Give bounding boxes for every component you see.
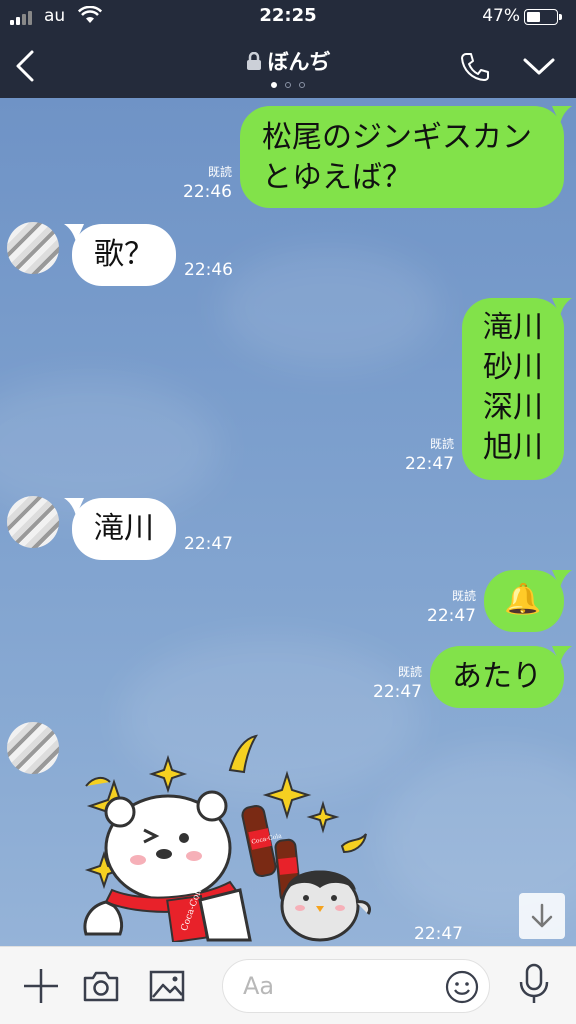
scroll-down-button[interactable]: [519, 893, 565, 939]
message-input[interactable]: Aa: [222, 959, 490, 1013]
bubble-tail: [552, 298, 572, 316]
read-receipt: 既読: [207, 165, 232, 179]
message-time: 22:46: [183, 182, 232, 202]
message-bubble-outgoing[interactable]: 滝川 砂川 深川 旭川: [462, 298, 564, 480]
message-line: 旭川: [483, 430, 543, 465]
bell-icon: 🔔: [504, 582, 542, 617]
message-time: 22:46: [184, 260, 233, 280]
message-line: 深川: [483, 390, 543, 425]
message-meta: 既読 22:47: [378, 434, 454, 474]
battery-percent: 47%: [482, 6, 520, 26]
microphone-icon[interactable]: [516, 963, 552, 1009]
message-meta: 既読 22:46: [160, 162, 232, 202]
message-time: 22:47: [427, 606, 476, 626]
plus-icon[interactable]: [22, 967, 60, 1009]
message-text: 滝川: [94, 511, 154, 546]
message-line: 砂川: [483, 350, 543, 385]
message-time: 22:47: [414, 924, 463, 944]
read-receipt: 既読: [397, 665, 422, 679]
read-receipt: 既読: [429, 437, 454, 451]
message-bubble-outgoing[interactable]: あたり: [430, 646, 564, 708]
top-bar: au 22:25 47% ぼんぢ: [0, 0, 576, 98]
message-meta: 既読 22:47: [346, 662, 422, 702]
camera-icon[interactable]: [82, 967, 120, 1009]
chat-title-text: ぼんぢ: [267, 50, 331, 74]
message-input-placeholder: Aa: [243, 972, 275, 1000]
chevron-down-icon[interactable]: [522, 56, 556, 82]
message-text: 歌？: [94, 237, 154, 272]
message-time: 22:47: [405, 454, 454, 474]
phone-icon[interactable]: [458, 50, 492, 88]
bubble-tail: [552, 646, 572, 664]
message-time: 22:47: [184, 534, 233, 554]
sticker[interactable]: Coca-Cola Coca-Cola: [80, 730, 380, 944]
message-bubble-incoming[interactable]: 滝川: [72, 498, 176, 560]
message-line: 松尾のジンギスカン: [262, 120, 532, 155]
avatar[interactable]: [7, 496, 59, 548]
message-bubble-incoming[interactable]: 歌？: [72, 224, 176, 286]
lock-icon: [246, 51, 262, 75]
message-time: 22:47: [373, 682, 422, 702]
message-meta: 既読 22:47: [402, 586, 476, 626]
read-receipt: 既読: [451, 589, 476, 603]
arrow-down-icon: [531, 903, 553, 928]
bubble-tail: [552, 106, 572, 124]
emoji-icon[interactable]: [445, 970, 479, 1008]
chat-area[interactable]: 既読 22:46 松尾のジンギスカン とゆえば？ 歌？ 22:46 既読 22:…: [0, 98, 576, 946]
status-bar: au 22:25 47%: [0, 0, 576, 34]
avatar[interactable]: [7, 722, 59, 774]
image-icon[interactable]: [148, 967, 186, 1009]
battery-icon: [524, 9, 562, 25]
avatar[interactable]: [7, 222, 59, 274]
message-text: あたり: [452, 659, 542, 694]
message-line: とゆえば？: [262, 160, 412, 195]
message-bubble-outgoing[interactable]: 松尾のジンギスカン とゆえば？: [240, 106, 564, 208]
bubble-tail: [552, 570, 572, 588]
input-bar: Aa: [0, 946, 576, 1024]
